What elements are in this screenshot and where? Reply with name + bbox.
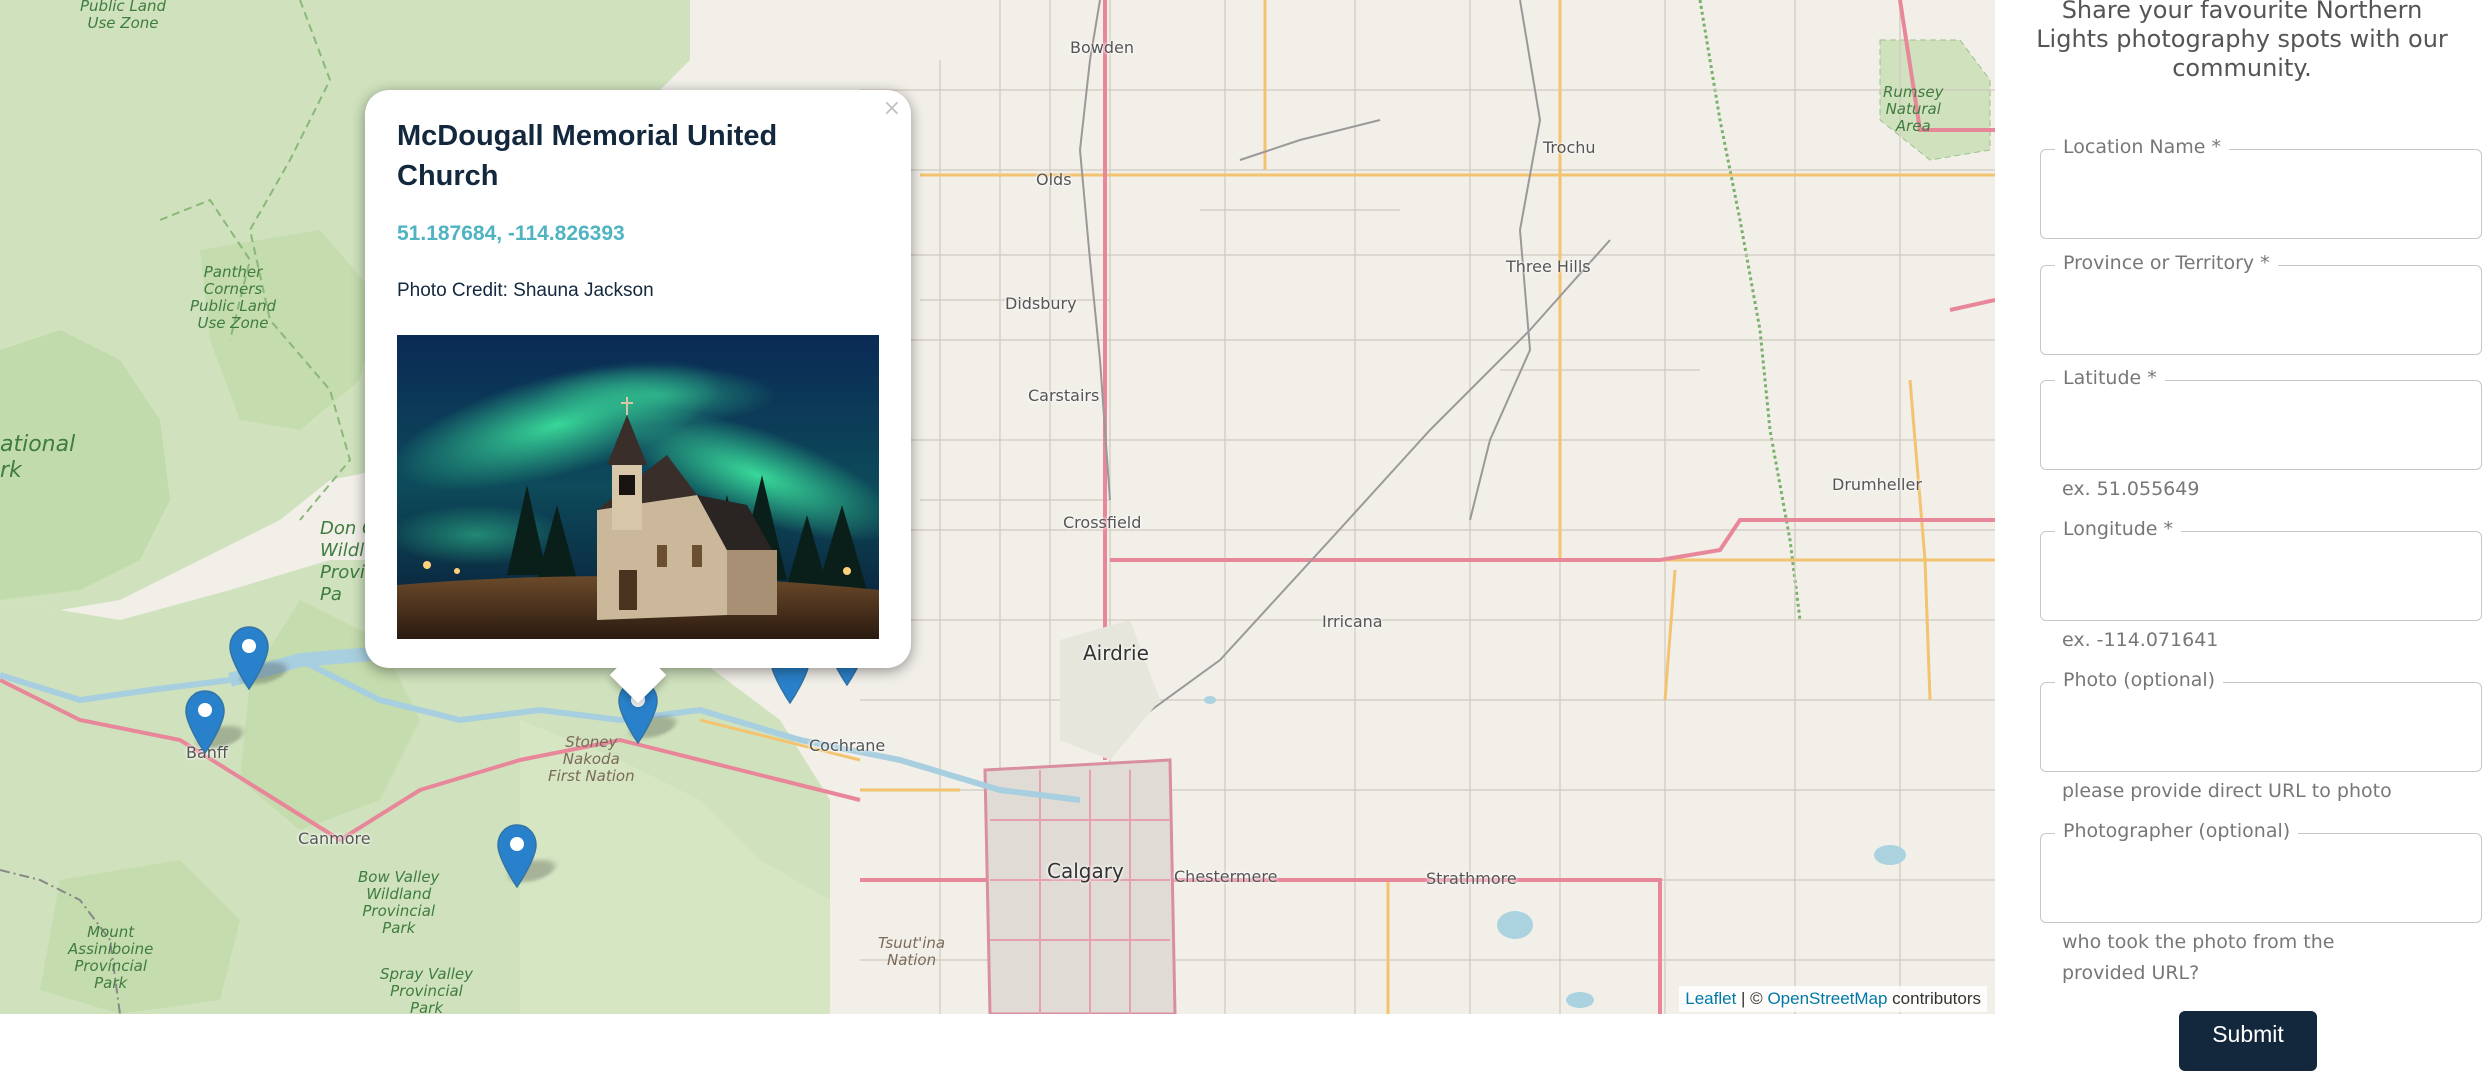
latitude-field[interactable]: Latitude *: [2040, 367, 2482, 470]
map-tiles: [0, 0, 1995, 1014]
map-pin-icon: [229, 626, 269, 690]
photographer-label: Photographer (optional): [2055, 820, 2299, 842]
town-label-chestermere: Chestermere: [1174, 867, 1278, 886]
location-popup: × McDougall Memorial United Church 51.18…: [365, 90, 911, 704]
town-label-drumheller: Drumheller: [1832, 475, 1922, 494]
submit-button[interactable]: Submit: [2179, 1011, 2317, 1071]
photographer-field[interactable]: Photographer (optional): [2040, 820, 2482, 923]
map-marker[interactable]: [229, 626, 295, 690]
town-label-crossfield: Crossfield: [1063, 513, 1142, 532]
park-label-panther-corners: Panther Corners Public Land Use Zone: [190, 263, 277, 332]
map-pin-icon: [497, 824, 537, 888]
map-attribution: Leaflet | © OpenStreetMap contributors: [1679, 986, 1987, 1012]
province-label: Province or Territory *: [2055, 252, 2278, 274]
leaflet-link[interactable]: Leaflet: [1685, 989, 1736, 1008]
town-label-carstairs: Carstairs: [1028, 386, 1100, 405]
popup-coordinates: 51.187684, -114.826393: [397, 222, 625, 245]
photo-hint: please provide direct URL to photo: [2062, 780, 2392, 802]
longitude-label: Longitude *: [2055, 518, 2182, 540]
province-input[interactable]: [2051, 286, 2471, 336]
openstreetmap-link[interactable]: OpenStreetMap: [1767, 989, 1887, 1008]
longitude-hint: ex. -114.071641: [2062, 629, 2219, 651]
town-label-airdrie: Airdrie: [1083, 641, 1149, 665]
attribution-suffix: contributors: [1887, 989, 1981, 1008]
town-label-strathmore: Strathmore: [1426, 869, 1517, 888]
longitude-input[interactable]: [2051, 552, 2471, 602]
park-label-mount-assiniboine: Mount Assiniboine Provincial Park: [68, 923, 154, 992]
photo-field[interactable]: Photo (optional): [2040, 669, 2482, 772]
town-label-canmore: Canmore: [298, 829, 371, 848]
town-label-three-hills: Three Hills: [1506, 257, 1591, 276]
attribution-separator: | ©: [1736, 989, 1768, 1008]
popup-photo-credit: Photo Credit: Shauna Jackson: [397, 280, 654, 301]
town-label-didsbury: Didsbury: [1005, 294, 1077, 313]
map-marker[interactable]: [185, 690, 251, 754]
park-label-public-land: Public Land Use Zone: [80, 0, 167, 32]
map-pin-icon: [185, 690, 225, 754]
park-label-bow-valley: Bow Valley Wildland Provincial Park: [358, 868, 440, 937]
reserve-label-tsuutina: Tsuut'ina Nation: [878, 934, 946, 969]
longitude-field[interactable]: Longitude *: [2040, 518, 2482, 621]
popup-close-button[interactable]: ×: [883, 96, 901, 121]
form-intro: Share your favourite Northern Lights pho…: [2036, 0, 2448, 82]
photographer-input[interactable]: [2051, 854, 2471, 904]
park-label-spray-valley: Spray Valley Provincial Park: [380, 965, 473, 1015]
province-field[interactable]: Province or Territory *: [2040, 252, 2482, 355]
town-label-irricana: Irricana: [1322, 612, 1383, 631]
location-name-input[interactable]: [2051, 170, 2471, 220]
latitude-hint: ex. 51.055649: [2062, 478, 2200, 500]
town-label-trochu: Trochu: [1543, 138, 1596, 157]
latitude-label: Latitude *: [2055, 367, 2165, 389]
photo-label: Photo (optional): [2055, 669, 2224, 691]
park-label-national-park: ational rk: [0, 432, 76, 483]
submission-form-panel: Share your favourite Northern Lights pho…: [1995, 0, 2491, 1071]
map-marker[interactable]: [497, 824, 563, 888]
town-label-calgary: Calgary: [1047, 859, 1124, 883]
popup-photo: [397, 335, 879, 639]
popup-title: McDougall Memorial United Church: [397, 120, 778, 192]
town-label-bowden: Bowden: [1070, 38, 1134, 57]
latitude-input[interactable]: [2051, 401, 2471, 451]
town-label-olds: Olds: [1036, 170, 1072, 189]
location-name-field[interactable]: Location Name *: [2040, 136, 2482, 239]
photo-input[interactable]: [2051, 703, 2471, 753]
photographer-hint: who took the photo from the provided URL…: [2062, 931, 2335, 984]
park-label-rumsey: Rumsey Natural Area: [1883, 83, 1944, 135]
location-name-label: Location Name *: [2055, 136, 2229, 158]
map[interactable]: Bowden Olds Trochu Three Hills Didsbury …: [0, 0, 1995, 1014]
town-label-cochrane: Cochrane: [809, 736, 886, 755]
